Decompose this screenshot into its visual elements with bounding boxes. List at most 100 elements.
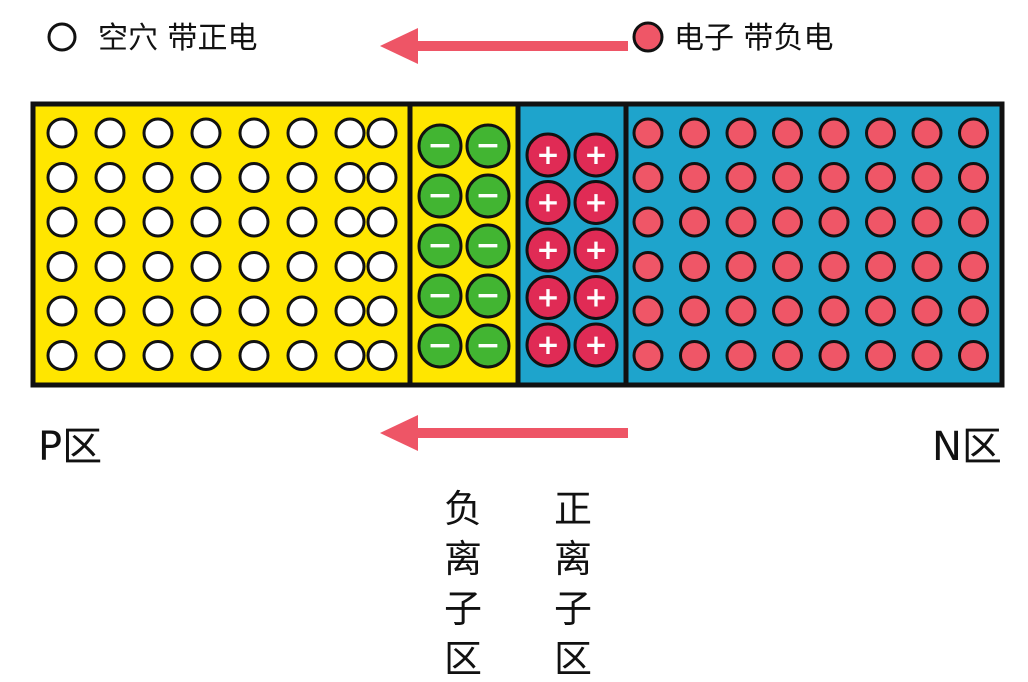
electron: [679, 162, 710, 193]
hole: [286, 206, 318, 238]
negative-sign: −: [427, 128, 452, 163]
hole: [94, 117, 126, 149]
hole: [94, 295, 126, 327]
electron: [865, 295, 896, 327]
positive-sign: +: [584, 138, 607, 171]
hole: [286, 340, 318, 371]
positive-ion-region-label: 正离子区: [554, 487, 592, 681]
positive-sign: +: [584, 186, 607, 219]
electron: [818, 162, 850, 193]
hole: [366, 295, 398, 327]
electron: [725, 340, 757, 371]
hole: [190, 251, 222, 282]
electron: [632, 117, 664, 149]
hole: [366, 206, 398, 238]
electron: [958, 206, 989, 238]
negative-ion: −: [417, 223, 463, 269]
electron: [911, 251, 943, 282]
electron: [632, 162, 664, 193]
electron: [679, 251, 710, 282]
electron-legend-label: 电子 带负电: [674, 21, 834, 56]
negative-ion: −: [417, 173, 463, 219]
negative-ion: −: [465, 123, 511, 169]
electron: [679, 206, 710, 238]
negative-sign: −: [427, 228, 452, 263]
hole: [142, 340, 174, 371]
vertical-label-char: 正: [554, 487, 592, 531]
hole: [334, 295, 366, 327]
electron: [725, 295, 757, 327]
positive-sign: +: [536, 233, 559, 266]
pn-junction-diagram: 空穴 带正电 电子 带负电 − −− −− −− −− − + ++ ++ ++ ++ + P区 N…: [30, 21, 1005, 681]
positive-sign: +: [536, 186, 559, 219]
electron: [772, 295, 803, 327]
electron: [958, 162, 989, 193]
negative-sign: −: [475, 228, 500, 263]
hole: [46, 251, 78, 282]
hole: [366, 340, 398, 371]
hole: [286, 162, 318, 193]
positive-ion: +: [525, 132, 571, 178]
hole: [190, 117, 222, 149]
electron: [865, 117, 896, 149]
electron: [772, 117, 803, 149]
hole: [238, 117, 270, 149]
electron: [632, 340, 664, 371]
electron-legend-icon: [632, 21, 664, 53]
positive-sign: +: [584, 281, 607, 314]
electron: [679, 340, 710, 371]
electron: [818, 251, 850, 282]
hole: [142, 295, 174, 327]
electron: [865, 251, 896, 282]
hole: [46, 117, 78, 149]
hole: [334, 162, 366, 193]
positive-ion: +: [525, 322, 571, 368]
hole: [334, 117, 366, 149]
vertical-label-char: 区: [444, 637, 482, 681]
electron: [911, 162, 943, 193]
negative-sign: −: [475, 278, 500, 313]
hole: [238, 162, 270, 193]
vertical-label-char: 子: [554, 587, 592, 631]
negative-ion: −: [465, 173, 511, 219]
hole: [190, 162, 222, 193]
electron: [725, 206, 757, 238]
electron: [772, 162, 803, 193]
hole: [142, 162, 174, 193]
negative-ion: −: [465, 273, 511, 319]
electron: [772, 340, 803, 371]
hole: [46, 162, 78, 193]
negative-ion: −: [465, 223, 511, 269]
hole: [94, 251, 126, 282]
hole: [94, 162, 126, 193]
positive-ion: +: [525, 275, 571, 320]
negative-sign: −: [475, 178, 500, 213]
vertical-label-char: 离: [444, 537, 482, 581]
positive-ion: +: [573, 322, 619, 368]
vertical-label-char: 区: [554, 637, 592, 681]
vertical-label-char: 子: [444, 587, 482, 631]
hole: [142, 117, 174, 149]
top-arrow: [380, 28, 628, 64]
positive-ion: +: [525, 227, 571, 273]
electron: [818, 206, 850, 238]
positive-ion: +: [573, 227, 619, 273]
electron: [632, 295, 664, 327]
hole: [334, 340, 366, 371]
electron: [818, 295, 850, 327]
positive-sign: +: [536, 328, 559, 361]
hole-legend-icon: [47, 22, 77, 52]
hole: [238, 295, 270, 327]
negative-sign: −: [427, 278, 452, 313]
hole: [190, 340, 222, 371]
electron: [772, 251, 803, 282]
hole: [142, 251, 174, 282]
electron: [725, 117, 757, 149]
negative-ion: −: [417, 273, 463, 319]
hole: [46, 295, 78, 327]
positive-sign: +: [584, 233, 607, 266]
hole: [366, 162, 398, 193]
hole: [286, 117, 318, 149]
negative-ion: −: [417, 323, 463, 369]
hole: [190, 295, 222, 327]
